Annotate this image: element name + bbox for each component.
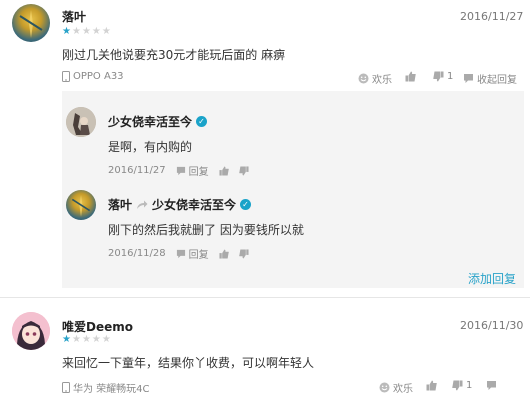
device-info: 华为 荣耀畅玩4C [62, 380, 150, 395]
reply-button[interactable]: 回复 [176, 163, 209, 178]
fun-label: 欢乐 [393, 384, 413, 395]
reply-username-label: 少女侥幸活至今 [108, 115, 193, 129]
comment-icon [463, 73, 474, 84]
collapse-replies-button[interactable]: 收起回复 [463, 71, 517, 86]
reply-username[interactable]: 落叶 [108, 196, 132, 213]
reply-date: 2016/11/27 [108, 165, 166, 176]
reply-to-username[interactable]: 少女侥幸活至今 [152, 196, 236, 213]
happy-face-icon [379, 382, 390, 393]
comment-text: 刚过几关他说要充30元才能玩后面的 麻痹 [62, 48, 286, 62]
more-icon [486, 380, 497, 391]
thumb-down-icon [433, 71, 444, 82]
username[interactable]: 唯爱Deemo [62, 318, 133, 335]
dislike-button[interactable]: 1 [452, 380, 472, 391]
comment-date: 2016/11/27 [460, 10, 524, 23]
comment-text: 来回忆一下童年，结果你丫收费，可以啊年轻人 [62, 356, 315, 370]
comment-date: 2016/11/30 [460, 319, 524, 332]
avatar[interactable] [66, 107, 96, 137]
more-button[interactable] [486, 380, 497, 391]
device-info: OPPO A33 [62, 71, 124, 82]
star-icon: ★ [91, 334, 101, 345]
fun-button[interactable]: 欢乐 [358, 71, 392, 86]
fun-button[interactable]: 欢乐 [379, 380, 413, 395]
reply-text: 是啊，有内购的 [108, 140, 193, 154]
reply-date: 2016/11/28 [108, 248, 166, 259]
verified-icon: ✓ [196, 116, 208, 127]
star-icon: ★ [62, 334, 71, 345]
dislike-count: 1 [466, 380, 473, 391]
star-icon: ★ [81, 26, 91, 37]
avatar[interactable] [66, 190, 96, 220]
like-button[interactable] [426, 380, 437, 391]
star-icon: ★ [91, 26, 101, 37]
thumb-down-icon [452, 380, 463, 391]
like-button[interactable] [405, 71, 416, 82]
avatar[interactable] [12, 312, 50, 350]
device-name: 华为 荣耀畅玩4C [73, 384, 150, 395]
avatar[interactable] [12, 4, 50, 42]
star-icon: ★ [62, 26, 71, 37]
verified-icon: ✓ [240, 199, 252, 210]
fun-label: 欢乐 [372, 75, 392, 86]
phone-icon [62, 382, 70, 393]
rating-stars: ★ ★ ★ ★ ★ [62, 27, 111, 37]
reply-label: 回复 [188, 167, 209, 178]
reply-button[interactable]: 回复 [176, 246, 209, 261]
comment-icon [176, 166, 186, 176]
thumb-up-icon [426, 380, 437, 391]
phone-icon [62, 71, 70, 82]
reply-arrow-icon [136, 200, 148, 210]
thumb-up-icon[interactable] [219, 165, 229, 176]
reply-label: 回复 [188, 250, 209, 261]
divider [0, 297, 530, 298]
reply-meta: 2016/11/27 回复 [108, 163, 249, 178]
thumb-up-icon [405, 71, 416, 82]
dislike-button[interactable]: 1 [433, 71, 453, 82]
thumb-down-icon[interactable] [238, 165, 249, 176]
star-icon: ★ [101, 26, 111, 37]
comment-icon [176, 249, 186, 259]
username[interactable]: 落叶 [62, 8, 86, 25]
reply-meta: 2016/11/28 回复 [108, 246, 249, 261]
rating-stars: ★ ★ ★ ★ ★ [62, 335, 111, 345]
reply-text: 刚下的然后我就删了 因为要钱所以就 [108, 223, 304, 237]
reply-username[interactable]: 少女侥幸活至今 ✓ [108, 113, 208, 130]
dislike-count: 1 [447, 71, 454, 82]
star-icon: ★ [71, 334, 81, 345]
reply-header: 落叶 少女侥幸活至今 ✓ [108, 196, 252, 213]
star-icon: ★ [101, 334, 111, 345]
happy-face-icon [358, 73, 369, 84]
star-icon: ★ [81, 334, 91, 345]
add-reply-link[interactable]: 添加回复 [468, 270, 516, 287]
collapse-label: 收起回复 [477, 75, 517, 86]
thumb-down-icon[interactable] [238, 248, 249, 259]
thumb-up-icon[interactable] [219, 248, 229, 259]
star-icon: ★ [71, 26, 81, 37]
device-name: OPPO A33 [73, 71, 124, 82]
